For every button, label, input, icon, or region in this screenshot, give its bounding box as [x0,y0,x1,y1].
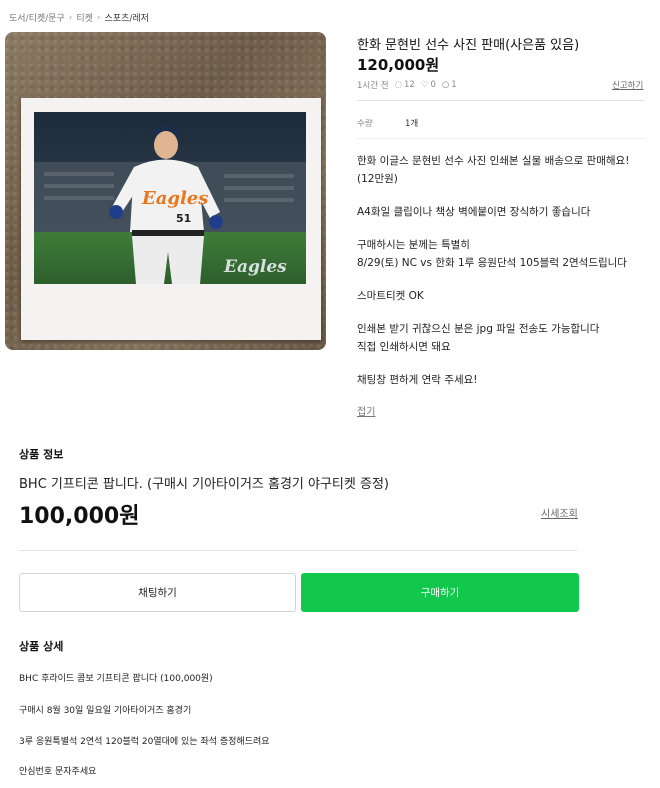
chat-button[interactable]: 채팅하기 [19,573,296,612]
detail-line: BHC 후라이드 콤보 기프티콘 팝니다 (100,000원) [19,674,213,684]
breadcrumb: 도서/티켓/문구 › 티켓 › 스포츠/레저 [9,11,149,25]
divider [19,550,577,551]
printed-photo: Eagles 51 Eagles [21,98,321,340]
breadcrumb-item-ticket[interactable]: 티켓 [76,11,93,24]
quantity-value: 1개 [405,119,419,129]
chat-bubble-icon: ○ [441,80,450,90]
detail-line: 구매시 8월 30일 일요일 기아타이거즈 홈경기 [19,706,192,716]
description-paragraph: 인쇄본 받기 귀찮으신 분은 jpg 파일 전송도 가능합니다 직접 인쇄하시면… [357,323,600,353]
info-product-title: BHC 기프티콘 팝니다. (구매시 기아타이거즈 홈경기 야구티켓 증정) [19,477,389,492]
likes-count: ♡ 0 [420,80,436,90]
chevron-right-icon: › [96,12,101,23]
product-price: 120,000원 [357,56,440,74]
buy-button[interactable]: 구매하기 [301,573,579,612]
product-title: 한화 문현빈 선수 사진 판매(사은품 있음) [357,38,580,53]
description-paragraph: 구매하시는 분께는 특별히 8/29(토) NC vs 한화 1루 응원단석 1… [357,239,627,269]
time-ago: 1시간 전 [357,81,389,91]
info-product-price: 100,000원 [19,504,140,529]
divider [357,100,645,101]
product-description: 한화 이글스 문현빈 선수 사진 인쇄본 실물 배송으로 판매해요! (12만원… [357,152,652,404]
views-count: ◌ 12 [394,80,415,90]
section-heading-info: 상품 정보 [19,448,64,461]
jersey-number: 51 [176,212,191,225]
chevron-right-icon: › [68,12,73,23]
breadcrumb-item-sports[interactable]: 스포츠/레저 [105,11,149,24]
detail-line: 3루 응원특별석 2연석 120블럭 20열대에 있는 좌석 증정해드려요 [19,737,270,747]
product-photo[interactable]: Eagles 51 Eagles [5,32,326,350]
heart-icon: ♡ [420,80,429,90]
description-paragraph: 스마트티켓 OK [357,290,424,302]
eye-icon: ◌ [394,80,402,90]
quantity-label: 수량 [357,119,373,129]
chats-count: ○ 1 [441,80,457,90]
section-heading-detail: 상품 상세 [19,640,64,653]
fold-link[interactable]: 접기 [357,403,375,418]
jersey-text: Eagles [141,188,208,209]
eagles-watermark: Eagles [223,257,287,277]
description-paragraph: 한화 이글스 문현빈 선수 사진 인쇄본 실물 배송으로 판매해요! (12만원… [357,155,630,185]
description-paragraph: 채팅창 편하게 연락 주세요! [357,374,478,386]
description-paragraph: A4화일 클립이나 책상 벽에붙이면 장식하기 좋습니다 [357,206,591,218]
market-price-link[interactable]: 시세조회 [541,505,578,520]
detail-line: 안심번호 문자주세요 [19,767,97,777]
divider [357,138,645,139]
player-photo-image: Eagles 51 Eagles [34,112,306,284]
breadcrumb-item-books[interactable]: 도서/티켓/문구 [9,11,65,24]
product-meta: 1시간 전 ◌ 12 ♡ 0 ○ 1 [357,79,457,91]
report-link[interactable]: 신고하기 [612,79,643,91]
